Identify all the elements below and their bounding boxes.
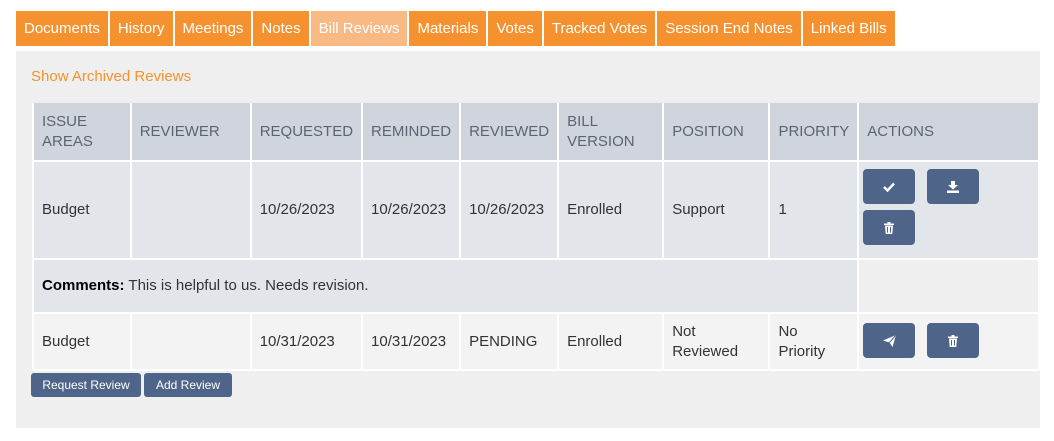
col-actions: ACTIONS xyxy=(857,103,1040,162)
cell-reviewer xyxy=(129,160,252,260)
tab-notes[interactable]: Notes xyxy=(253,11,309,46)
comments-row: Comments: This is helpful to us. Needs r… xyxy=(31,258,1040,314)
comments-actions-blank xyxy=(857,258,1040,314)
cell-actions xyxy=(857,160,1040,260)
cell-position: Not Reviewed xyxy=(662,312,771,371)
tab-session-end-notes[interactable]: Session End Notes xyxy=(657,11,801,46)
approve-button[interactable] xyxy=(863,169,916,204)
cell-bill-version: Enrolled xyxy=(557,160,665,260)
cell-position: Support xyxy=(662,160,771,260)
request-review-button[interactable]: Request Review xyxy=(31,373,141,397)
check-icon xyxy=(883,182,896,193)
col-reviewer[interactable]: REVIEWER xyxy=(129,103,252,162)
col-issue-areas[interactable]: ISSUE AREAS xyxy=(32,103,132,162)
tab-materials[interactable]: Materials xyxy=(409,11,487,46)
trash-icon xyxy=(884,222,895,235)
send-icon xyxy=(882,334,897,348)
show-archived-reviews-link[interactable]: Show Archived Reviews xyxy=(31,68,191,85)
cell-priority: No Priority xyxy=(768,312,860,371)
cell-reviewed: 10/26/2023 xyxy=(459,160,560,260)
col-requested[interactable]: REQUESTED xyxy=(249,103,364,162)
download-button[interactable] xyxy=(927,169,980,204)
table-row: Budget 10/31/2023 10/31/2023 PENDING Enr… xyxy=(32,312,1040,371)
cell-requested: 10/31/2023 xyxy=(249,312,364,371)
table-row: Budget 10/26/2023 10/26/2023 10/26/2023 … xyxy=(32,160,1040,260)
col-priority[interactable]: PRIORITY xyxy=(768,103,860,162)
delete-button[interactable] xyxy=(863,210,916,245)
trash-icon xyxy=(948,335,959,348)
tab-history[interactable]: History xyxy=(109,11,173,46)
table-header-row: ISSUE AREAS REVIEWER REQUESTED REMINDED R… xyxy=(32,103,1040,162)
add-review-button[interactable]: Add Review xyxy=(144,373,232,397)
cell-issue-area: Budget xyxy=(32,160,132,260)
col-position[interactable]: POSITION xyxy=(662,103,771,162)
send-reminder-button[interactable] xyxy=(863,323,916,358)
cell-reviewed: PENDING xyxy=(459,312,560,371)
tab-meetings[interactable]: Meetings xyxy=(174,11,252,46)
col-reminded[interactable]: REMINDED xyxy=(361,103,462,162)
col-reviewed[interactable]: REVIEWED xyxy=(459,103,560,162)
cell-bill-version: Enrolled xyxy=(557,312,665,371)
tab-bill-reviews[interactable]: Bill Reviews xyxy=(310,11,408,46)
delete-button[interactable] xyxy=(927,323,980,358)
tab-linked-bills[interactable]: Linked Bills xyxy=(802,11,895,46)
download-icon xyxy=(947,181,960,194)
cell-reviewer xyxy=(129,312,252,371)
bill-reviews-panel: Show Archived Reviews ISSUE AREAS REVIEWE… xyxy=(16,51,1040,428)
tab-tracked-votes[interactable]: Tracked Votes xyxy=(543,11,656,46)
cell-actions xyxy=(857,312,1040,371)
tab-bar: Documents History Meetings Notes Bill Re… xyxy=(16,11,897,46)
cell-requested: 10/26/2023 xyxy=(249,160,364,260)
cell-issue-area: Budget xyxy=(32,312,132,371)
tab-votes[interactable]: Votes xyxy=(488,11,542,46)
cell-reminded: 10/26/2023 xyxy=(361,160,462,260)
comments-text: This is helpful to us. Needs revision. xyxy=(128,277,369,294)
tab-documents[interactable]: Documents xyxy=(16,11,108,46)
comments-label: Comments: xyxy=(42,277,125,294)
cell-priority: 1 xyxy=(768,160,860,260)
cell-reminded: 10/31/2023 xyxy=(361,312,462,371)
reviews-table: ISSUE AREAS REVIEWER REQUESTED REMINDED R… xyxy=(31,103,1040,371)
col-bill-version[interactable]: BILL VERSION xyxy=(557,103,665,162)
cell-comments: Comments: This is helpful to us. Needs r… xyxy=(31,258,860,314)
